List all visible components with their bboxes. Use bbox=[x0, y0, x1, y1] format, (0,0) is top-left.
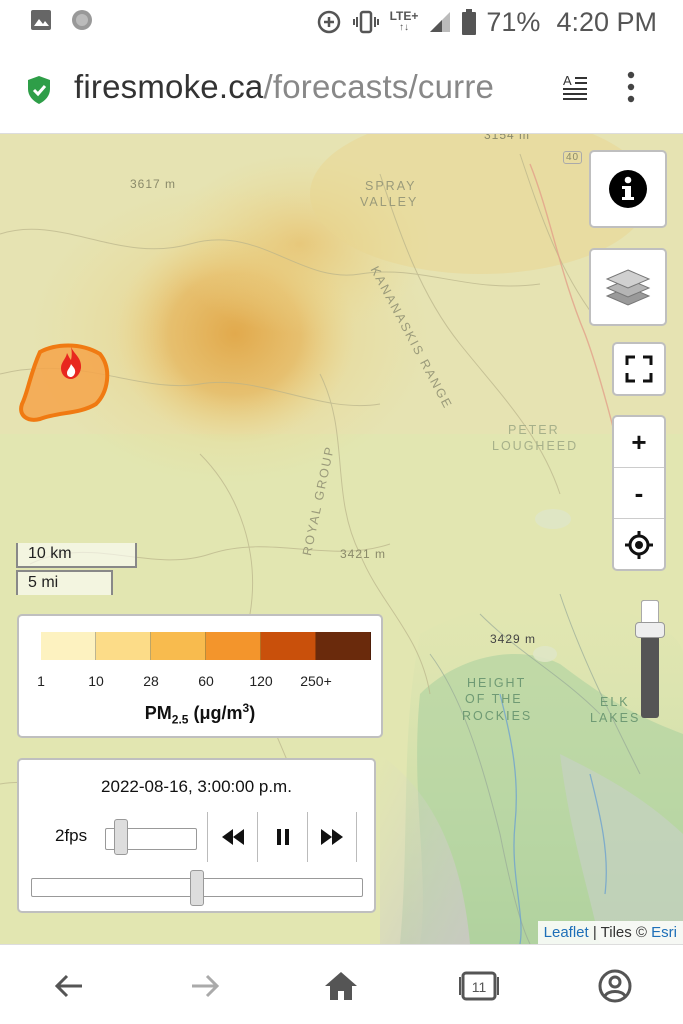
map-label-peak-3: 3429 m bbox=[490, 632, 537, 646]
locate-button[interactable] bbox=[614, 519, 664, 570]
legend-swatch bbox=[41, 632, 96, 660]
home-icon bbox=[324, 971, 358, 1001]
map-label-peak-2: 3421 m bbox=[340, 547, 387, 561]
lte-icon: LTE+ ↑↓ bbox=[389, 9, 419, 33]
back-arrow-icon bbox=[54, 974, 84, 998]
legend-color-bar bbox=[41, 632, 371, 660]
info-button[interactable] bbox=[589, 150, 667, 228]
network-label: LTE+ bbox=[389, 9, 419, 23]
vibrate-icon bbox=[352, 9, 380, 35]
account-button[interactable] bbox=[594, 965, 636, 1007]
more-menu-icon[interactable] bbox=[626, 70, 636, 104]
account-icon bbox=[598, 969, 632, 1003]
fast-forward-icon bbox=[321, 829, 343, 845]
esri-link[interactable]: Esri bbox=[651, 924, 677, 941]
legend-swatch bbox=[261, 632, 316, 660]
battery-percent: 71% bbox=[486, 6, 541, 37]
back-button[interactable] bbox=[48, 965, 90, 1007]
forecast-datetime: 2022-08-16, 3:00:00 p.m. bbox=[101, 777, 292, 796]
map-label-valley: VALLEY bbox=[360, 195, 419, 209]
clock: 4:20 PM bbox=[556, 6, 657, 37]
rewind-icon bbox=[221, 829, 244, 845]
zoom-out-button[interactable]: - bbox=[614, 468, 664, 519]
map-label-elk: ELK bbox=[600, 695, 630, 709]
legend-swatch bbox=[206, 632, 261, 660]
step-forward-button[interactable] bbox=[307, 812, 357, 862]
highway-shield: 40 bbox=[563, 151, 583, 164]
fire-icon[interactable] bbox=[58, 346, 84, 380]
layers-icon bbox=[605, 265, 651, 309]
url-path: /forecasts/curre bbox=[263, 68, 495, 105]
fps-slider-thumb[interactable] bbox=[114, 819, 129, 855]
status-bar: LTE+ ↑↓ 71% 4:20 PM bbox=[0, 0, 683, 44]
svg-text:A: A bbox=[563, 73, 572, 88]
map-label-peak-4: 3154 m bbox=[484, 134, 531, 142]
forward-button[interactable] bbox=[184, 965, 226, 1007]
tabs-button[interactable]: 11 bbox=[458, 965, 500, 1007]
map-label-lougheed: LOUGHEED bbox=[492, 439, 579, 453]
layers-button[interactable] bbox=[589, 248, 667, 326]
fullscreen-button[interactable] bbox=[612, 342, 666, 396]
pause-button[interactable] bbox=[257, 812, 307, 862]
legend-tick-label: 120 bbox=[249, 673, 273, 689]
pause-icon bbox=[276, 829, 289, 845]
svg-text:11: 11 bbox=[472, 979, 487, 995]
map-label-height: HEIGHT bbox=[467, 676, 527, 690]
legend-title: PM2.5 (μg/m3) bbox=[144, 701, 256, 727]
animation-player: 2022-08-16, 3:00:00 p.m. 2fps bbox=[17, 758, 376, 913]
legend-tick-label: 1 bbox=[37, 673, 45, 689]
info-icon bbox=[608, 169, 648, 209]
url-host: firesmoke.ca bbox=[74, 68, 264, 105]
time-slider-thumb[interactable] bbox=[190, 870, 204, 906]
locate-icon bbox=[624, 530, 654, 560]
map-label-peter: PETER bbox=[508, 423, 560, 437]
map-label-lakes: LAKES bbox=[590, 711, 641, 725]
signal-icon bbox=[428, 10, 452, 34]
smoke-forecast-map[interactable]: 3617 m SPRAY VALLEY KANANASKIS RANGE 40 … bbox=[0, 134, 683, 944]
scale-mi: 5 mi bbox=[16, 570, 113, 595]
legend-tick-label: 60 bbox=[198, 673, 214, 689]
zoom-control: + - bbox=[612, 415, 666, 571]
map-label-of-the: OF THE bbox=[465, 692, 523, 706]
home-button[interactable] bbox=[320, 965, 362, 1007]
secure-lock-icon[interactable] bbox=[26, 75, 52, 105]
scale-km: 10 km bbox=[16, 543, 137, 568]
leaflet-link[interactable]: Leaflet bbox=[544, 924, 589, 941]
tabs-icon: 11 bbox=[459, 971, 499, 1001]
browser-address-bar: firesmoke.ca/forecasts/curre A bbox=[0, 44, 683, 134]
legend-swatch bbox=[316, 632, 371, 660]
map-label-spray: SPRAY bbox=[365, 179, 417, 193]
fps-label: 2fps bbox=[55, 826, 88, 845]
legend-swatch bbox=[151, 632, 206, 660]
app-icon bbox=[70, 8, 94, 32]
map-attribution: Leaflet | Tiles © Esri bbox=[537, 921, 683, 944]
legend-tick-label: 28 bbox=[143, 673, 159, 689]
legend-tick-label: 10 bbox=[88, 673, 104, 689]
forward-arrow-icon bbox=[190, 974, 220, 998]
zoom-in-button[interactable]: + bbox=[614, 417, 664, 468]
battery-icon bbox=[462, 9, 477, 35]
data-saver-icon bbox=[316, 9, 342, 35]
opacity-slider-thumb[interactable] bbox=[635, 622, 665, 638]
browser-nav-bar: 11 bbox=[0, 944, 683, 1024]
legend-tick-label: 250+ bbox=[300, 673, 332, 689]
step-back-button[interactable] bbox=[207, 812, 257, 862]
url-field[interactable]: firesmoke.ca/forecasts/curre bbox=[74, 68, 494, 106]
map-label-peak: 3617 m bbox=[130, 177, 177, 191]
pm25-legend: 1 10 28 60 120 250+ PM2.5 (μg/m3) bbox=[17, 614, 383, 738]
fullscreen-icon bbox=[625, 355, 653, 383]
legend-swatch bbox=[96, 632, 151, 660]
reader-mode-icon[interactable]: A bbox=[560, 72, 590, 102]
map-label-rockies: ROCKIES bbox=[462, 709, 533, 723]
gallery-icon bbox=[30, 9, 52, 31]
